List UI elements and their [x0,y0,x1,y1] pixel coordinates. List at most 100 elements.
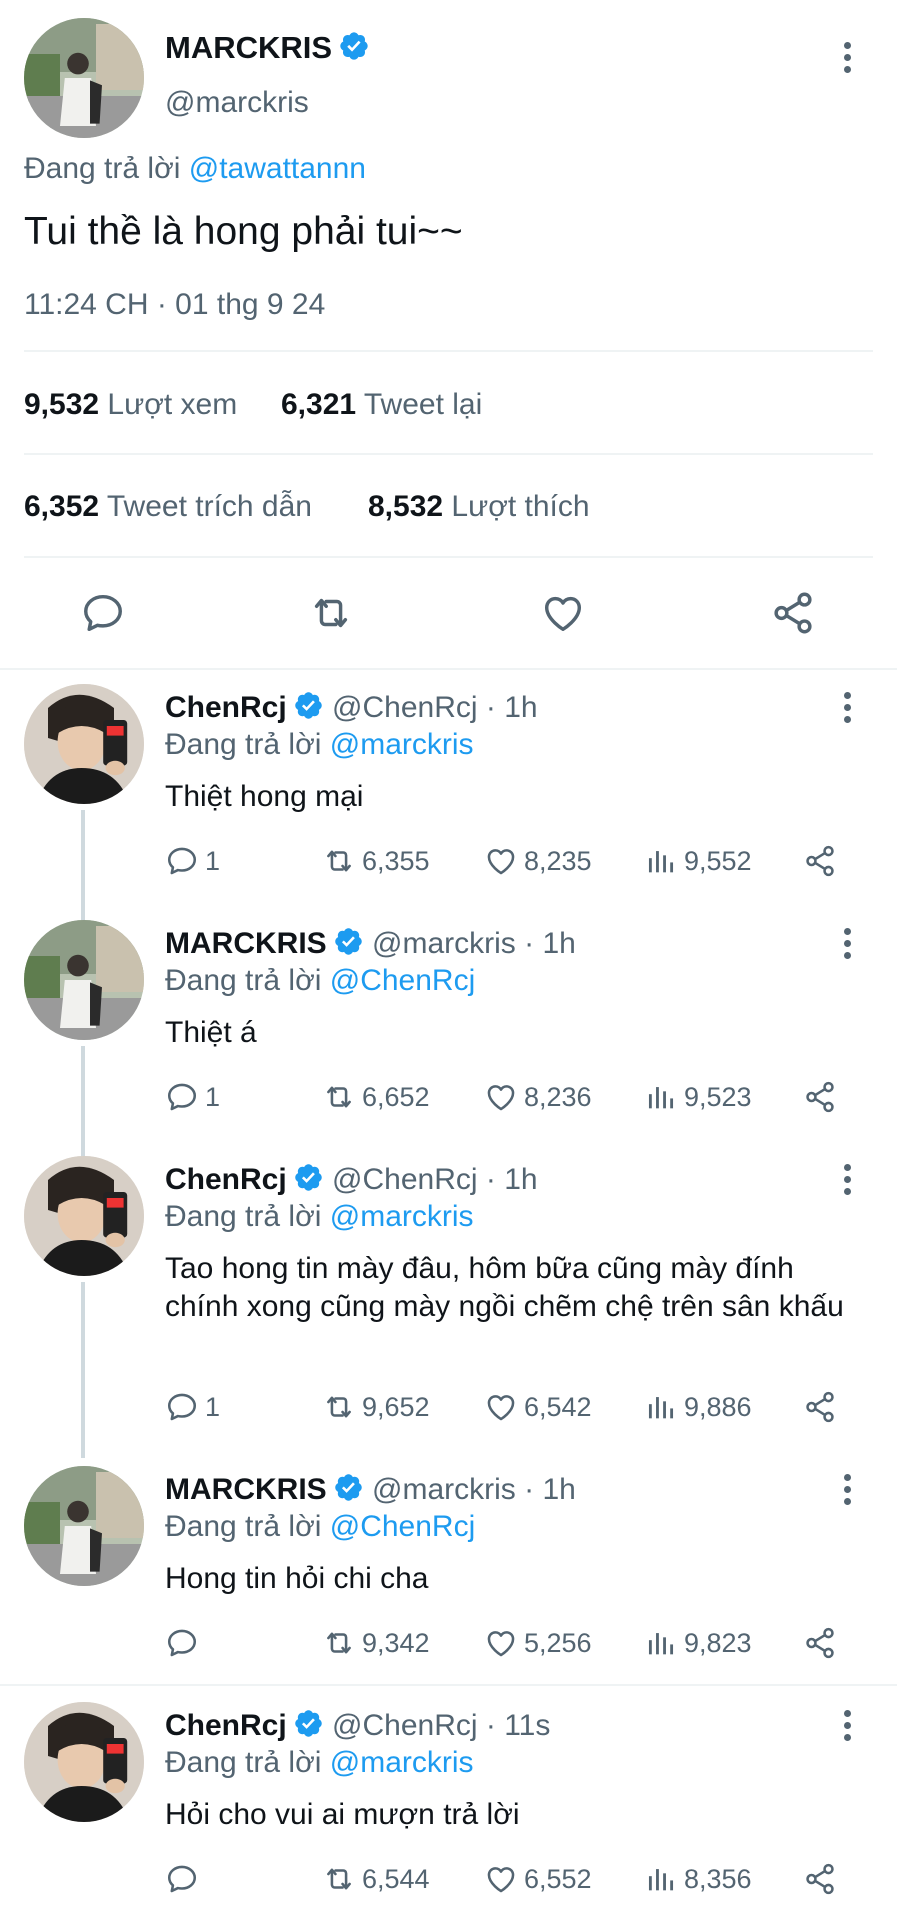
reply-icon [165,1390,199,1424]
main-handle[interactable]: @marckris [165,86,309,120]
like-icon[interactable] [540,590,586,636]
avatar-image [24,684,144,804]
share-icon[interactable] [803,1390,837,1424]
verified-badge-icon [338,30,370,62]
likes-stat[interactable]: 8,532 Lượt thích [368,490,590,524]
like-button[interactable]: 8,236 [484,1080,592,1114]
verified-badge-icon [293,1708,324,1739]
retweet-button[interactable]: 6,544 [322,1862,430,1896]
views-count: 9,532 [24,388,100,421]
main-timestamp[interactable]: 11:24 CH · 01 thg 9 24 [24,288,325,322]
reply-handle[interactable]: @ChenRcj [332,1709,478,1742]
avatar[interactable] [24,684,144,804]
share-icon[interactable] [803,1080,837,1114]
reply-count-button[interactable]: 1 [165,844,220,878]
reply-replying-to: Đang trả lời @ChenRcj [165,964,475,998]
reply-text: Thiệt hong mại [165,780,364,813]
replying-to-link[interactable]: @marckris [330,1746,474,1779]
avatar[interactable] [24,920,144,1040]
views-button[interactable]: 9,823 [644,1626,752,1660]
more-options-icon[interactable] [843,692,853,728]
views-icon [644,1626,678,1660]
verified-badge-icon [293,1162,324,1193]
retweet-count: 9,342 [362,1627,430,1658]
replying-to-link[interactable]: @marckris [330,1200,474,1233]
views-button[interactable]: 9,552 [644,844,752,878]
like-button[interactable]: 5,256 [484,1626,592,1660]
replying-to-link[interactable]: @marckris [330,728,474,761]
divider [0,668,897,670]
reply-handle[interactable]: @marckris [372,1473,516,1506]
avatar[interactable] [24,1156,144,1276]
reply-count-button[interactable] [165,1862,205,1896]
replying-to-link[interactable]: @tawattannn [189,152,366,185]
retweet-count: 6,355 [362,845,430,876]
avatar-image [24,1702,144,1822]
views-button[interactable]: 9,886 [644,1390,752,1424]
replying-prefix: Đang trả lời [165,728,322,761]
share-icon[interactable] [770,590,816,636]
views-label: Lượt xem [107,388,238,421]
like-button[interactable]: 6,552 [484,1862,592,1896]
avatar[interactable] [24,18,144,138]
views-stat[interactable]: 9,532 Lượt xem [24,388,237,422]
reply-handle[interactable]: @ChenRcj [332,691,478,724]
more-options-icon[interactable] [843,42,853,78]
retweet-icon[interactable] [308,590,354,636]
retweet-button[interactable]: 6,355 [322,844,430,878]
share-icon[interactable] [803,1626,837,1660]
retweet-button[interactable]: 9,652 [322,1390,430,1424]
share-icon[interactable] [803,1862,837,1896]
reply-replying-to: Đang trả lời @ChenRcj [165,1510,475,1544]
like-button[interactable]: 8,235 [484,844,592,878]
reply-handle[interactable]: @ChenRcj [332,1163,478,1196]
avatar[interactable] [24,1466,144,1586]
reply-display-name[interactable]: MARCKRIS [165,927,327,960]
reply-count-button[interactable] [165,1626,205,1660]
retweet-button[interactable]: 9,342 [322,1626,430,1660]
avatar[interactable] [24,1702,144,1822]
like-button[interactable]: 6,542 [484,1390,592,1424]
reply-time[interactable]: · 1h [524,927,576,960]
reply-icon[interactable] [80,590,126,636]
views-button[interactable]: 9,523 [644,1080,752,1114]
more-options-icon[interactable] [843,1710,853,1746]
reply-time[interactable]: · 1h [486,691,538,724]
divider [24,453,873,455]
quotes-stat[interactable]: 6,352 Tweet trích dẫn [24,490,312,524]
reply-count-button[interactable]: 1 [165,1080,220,1114]
views-icon [644,1390,678,1424]
retweets-count: 6,321 [281,388,357,421]
main-display-name[interactable]: MARCKRIS [165,30,332,65]
quotes-count: 6,352 [24,490,100,523]
reply-icon [165,1080,199,1114]
reply-count: 1 [205,1081,221,1112]
reply-time[interactable]: · 11s [486,1709,550,1742]
likes-label: Lượt thích [451,490,590,523]
reply-count: 1 [205,1391,221,1422]
reply-display-name[interactable]: MARCKRIS [165,1473,327,1506]
views-button[interactable]: 8,356 [644,1862,752,1896]
retweet-button[interactable]: 6,652 [322,1080,430,1114]
retweet-icon [322,1626,356,1660]
share-icon[interactable] [803,844,837,878]
reply-icon [165,1862,199,1896]
retweets-stat[interactable]: 6,321 Tweet lại [281,388,482,422]
replying-to-link[interactable]: @ChenRcj [330,964,476,997]
avatar-image [24,18,144,138]
reply-icon [165,844,199,878]
reply-count-button[interactable]: 1 [165,1390,220,1424]
more-options-icon[interactable] [843,1164,853,1200]
reply-author-row: MARCKRIS @marckris · 1h [165,926,576,961]
more-options-icon[interactable] [843,1474,853,1510]
reply-time[interactable]: · 1h [486,1163,538,1196]
reply-display-name[interactable]: ChenRcj [165,691,287,724]
reply-display-name[interactable]: ChenRcj [165,1709,287,1742]
more-options-icon[interactable] [843,928,853,964]
retweet-icon [322,844,356,878]
replying-to-link[interactable]: @ChenRcj [330,1510,476,1543]
reply-display-name[interactable]: ChenRcj [165,1163,287,1196]
reply-time[interactable]: · 1h [524,1473,576,1506]
views-count: 9,552 [684,845,752,876]
reply-handle[interactable]: @marckris [372,927,516,960]
